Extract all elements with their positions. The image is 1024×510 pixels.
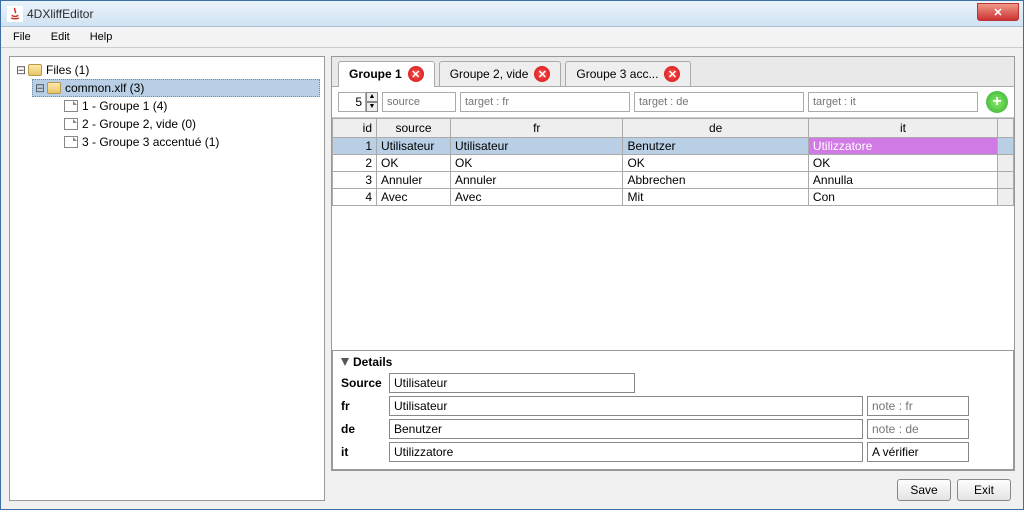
details-panel: Details Source fr de [332, 350, 1014, 470]
details-de-note[interactable] [867, 419, 969, 439]
cell-it[interactable]: OK [808, 155, 997, 172]
file-icon [64, 100, 78, 112]
cell-it[interactable]: Utilizzatore [808, 138, 997, 155]
table-row[interactable]: 1UtilisateurUtilisateurBenutzerUtilizzat… [333, 138, 1014, 155]
menu-file[interactable]: File [5, 29, 39, 45]
th-id[interactable]: id [333, 119, 377, 138]
cell-source[interactable]: Annuler [377, 172, 451, 189]
details-it-label: it [341, 445, 385, 459]
details-source-input[interactable] [389, 373, 635, 393]
details-source-label: Source [341, 376, 385, 390]
add-row-button[interactable]: + [986, 91, 1008, 113]
cell-fr[interactable]: Avec [451, 189, 623, 206]
spinner-up-icon[interactable]: ▲ [366, 92, 378, 102]
details-fr-label: fr [341, 399, 385, 413]
tab[interactable]: Groupe 3 acc... ✕ [565, 61, 691, 86]
tree-group-label: 3 - Groupe 3 accentué (1) [82, 135, 219, 149]
th-it[interactable]: it [808, 119, 997, 138]
details-it-note[interactable] [867, 442, 969, 462]
tab-label: Groupe 2, vide [450, 67, 529, 81]
table-scroll[interactable]: id source fr de it 1UtilisateurUtilisate… [332, 118, 1014, 350]
titlebar: 4DXliffEditor ✕ [1, 1, 1023, 27]
tab[interactable]: Groupe 2, vide ✕ [439, 61, 562, 86]
tree-panel: ⊟ Files (1) ⊟ common.xlf (3) 1 - Groupe … [9, 56, 325, 501]
cell-de[interactable]: Mit [623, 189, 808, 206]
tree-file[interactable]: ⊟ common.xlf (3) [32, 79, 320, 97]
filter-it[interactable] [808, 92, 978, 112]
translation-table: id source fr de it 1UtilisateurUtilisate… [332, 118, 1014, 206]
cell-source[interactable]: Avec [377, 189, 451, 206]
cell-fr[interactable]: OK [451, 155, 623, 172]
save-button[interactable]: Save [897, 479, 951, 501]
tab[interactable]: Groupe 1 ✕ [338, 61, 435, 87]
tree-group[interactable]: 3 - Groupe 3 accentué (1) [50, 133, 320, 151]
filter-de[interactable] [634, 92, 804, 112]
cell-fr[interactable]: Utilisateur [451, 138, 623, 155]
tab-bar: Groupe 1 ✕ Groupe 2, vide ✕ Groupe 3 acc... ✕ [332, 57, 1014, 87]
filter-row: ▲ ▼ + [332, 87, 1014, 118]
cell-it[interactable]: Con [808, 189, 997, 206]
file-icon [64, 118, 78, 130]
button-row: Save Exit [331, 475, 1015, 501]
cell-id[interactable]: 2 [333, 155, 377, 172]
tree-group-label: 2 - Groupe 2, vide (0) [82, 117, 196, 131]
collapse-handle-icon[interactable]: ⊟ [16, 63, 26, 77]
th-fr[interactable]: fr [451, 119, 623, 138]
details-de-label: de [341, 422, 385, 436]
java-app-icon [7, 6, 23, 22]
folder-icon [28, 64, 42, 76]
table-row[interactable]: 4AvecAvecMitCon [333, 189, 1014, 206]
th-de[interactable]: de [623, 119, 808, 138]
window-close-button[interactable]: ✕ [977, 3, 1019, 21]
cell-de[interactable]: OK [623, 155, 808, 172]
filter-source[interactable] [382, 92, 456, 112]
tree-root-label: Files (1) [46, 63, 89, 77]
editor-panel: Groupe 1 ✕ Groupe 2, vide ✕ Groupe 3 acc... ✕… [331, 56, 1015, 471]
tree-group[interactable]: 2 - Groupe 2, vide (0) [50, 115, 320, 133]
row-count-input[interactable] [338, 92, 366, 112]
table-row[interactable]: 2OKOKOKOK [333, 155, 1014, 172]
details-fr-input[interactable] [389, 396, 863, 416]
tab-close-icon[interactable]: ✕ [664, 66, 680, 82]
tree-file-label: common.xlf (3) [65, 81, 144, 95]
app-window: 4DXliffEditor ✕ File Edit Help ⊟ Files (… [0, 0, 1024, 510]
tree-group[interactable]: 1 - Groupe 1 (4) [50, 97, 320, 115]
details-it-input[interactable] [389, 442, 863, 462]
cell-source[interactable]: OK [377, 155, 451, 172]
cell-id[interactable]: 4 [333, 189, 377, 206]
details-fr-note[interactable] [867, 396, 969, 416]
file-icon [64, 136, 78, 148]
menu-edit[interactable]: Edit [43, 29, 78, 45]
details-title: Details [353, 355, 392, 369]
tab-close-icon[interactable]: ✕ [534, 66, 550, 82]
exit-button[interactable]: Exit [957, 479, 1011, 501]
menubar: File Edit Help [1, 27, 1023, 48]
details-de-input[interactable] [389, 419, 863, 439]
table-row[interactable]: 3AnnulerAnnulerAbbrechenAnnulla [333, 172, 1014, 189]
cell-id[interactable]: 3 [333, 172, 377, 189]
tree-group-label: 1 - Groupe 1 (4) [82, 99, 167, 113]
th-source[interactable]: source [377, 119, 451, 138]
spinner-down-icon[interactable]: ▼ [366, 102, 378, 112]
cell-fr[interactable]: Annuler [451, 172, 623, 189]
tab-label: Groupe 3 acc... [576, 67, 658, 81]
cell-de[interactable]: Benutzer [623, 138, 808, 155]
filter-fr[interactable] [460, 92, 630, 112]
tab-close-icon[interactable]: ✕ [408, 66, 424, 82]
window-title: 4DXliffEditor [27, 7, 93, 21]
menu-help[interactable]: Help [82, 29, 121, 45]
tab-label: Groupe 1 [349, 67, 402, 81]
cell-de[interactable]: Abbrechen [623, 172, 808, 189]
row-count-spinner[interactable]: ▲ ▼ [338, 92, 378, 112]
cell-id[interactable]: 1 [333, 138, 377, 155]
collapse-triangle-icon[interactable] [341, 358, 349, 366]
scrollbar-spacer [998, 119, 1014, 138]
cell-source[interactable]: Utilisateur [377, 138, 451, 155]
collapse-handle-icon[interactable]: ⊟ [35, 81, 45, 95]
cell-it[interactable]: Annulla [808, 172, 997, 189]
tree-root[interactable]: ⊟ Files (1) [14, 61, 320, 79]
folder-icon [47, 82, 61, 94]
